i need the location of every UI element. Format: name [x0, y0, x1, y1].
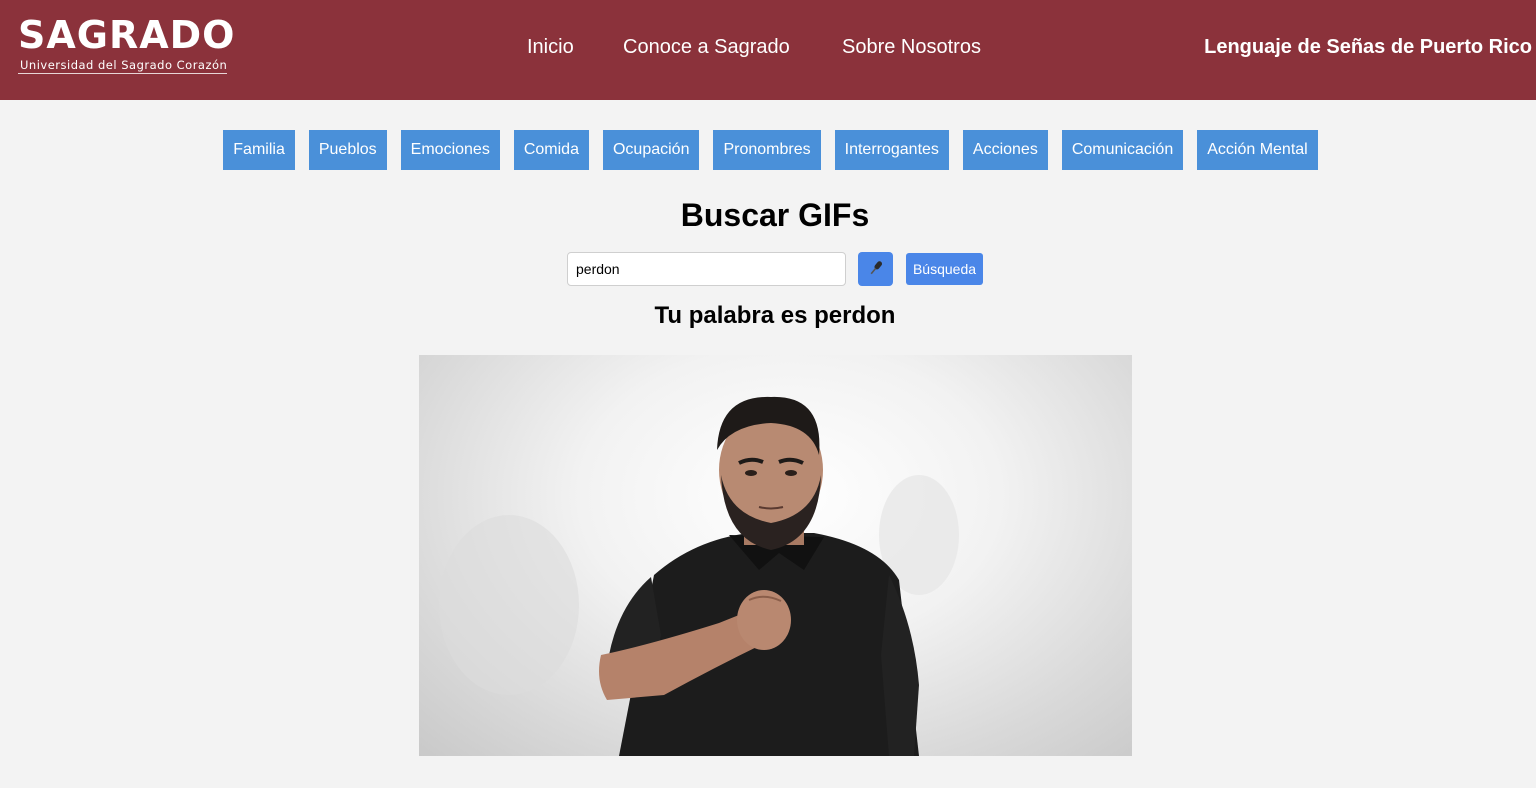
- result-title: Tu palabra es perdon: [654, 302, 896, 329]
- category-emociones[interactable]: Emociones: [400, 130, 500, 170]
- category-comunicacion[interactable]: Comunicación: [1061, 130, 1184, 170]
- logo-subtitle: Universidad del Sagrado Corazón: [18, 58, 228, 74]
- category-pueblos[interactable]: Pueblos: [308, 130, 387, 170]
- voice-search-button[interactable]: [858, 252, 893, 286]
- logo-wordmark: SAGRADO: [18, 13, 236, 57]
- search-title: Buscar GIFs: [680, 197, 870, 233]
- category-bar: Familia Pueblos Emociones Comida Ocupaci…: [0, 130, 1536, 170]
- category-comida[interactable]: Comida: [513, 130, 589, 170]
- sign-language-person-illustration: [439, 396, 959, 756]
- search-input[interactable]: [567, 252, 846, 286]
- nav-conoce-a-sagrado[interactable]: Conoce a Sagrado: [623, 35, 790, 59]
- category-pronombres[interactable]: Pronombres: [713, 130, 821, 170]
- site-title: Lenguaje de Señas de Puerto Rico: [1204, 36, 1532, 58]
- microphone-icon: [867, 259, 885, 280]
- sign-language-gif: [419, 355, 1132, 756]
- category-acciones[interactable]: Acciones: [962, 130, 1048, 170]
- category-familia[interactable]: Familia: [223, 130, 295, 170]
- search-button[interactable]: Búsqueda: [906, 253, 983, 285]
- site-header: SAGRADO Universidad del Sagrado Corazón …: [0, 0, 1536, 100]
- sagrado-logo[interactable]: SAGRADO Universidad del Sagrado Corazón: [18, 13, 236, 74]
- nav-sobre-nosotros[interactable]: Sobre Nosotros: [842, 35, 981, 59]
- nav-inicio[interactable]: Inicio: [527, 35, 574, 59]
- category-ocupacion[interactable]: Ocupación: [602, 130, 700, 170]
- category-accion-mental[interactable]: Acción Mental: [1197, 130, 1318, 170]
- category-interrogantes[interactable]: Interrogantes: [834, 130, 949, 170]
